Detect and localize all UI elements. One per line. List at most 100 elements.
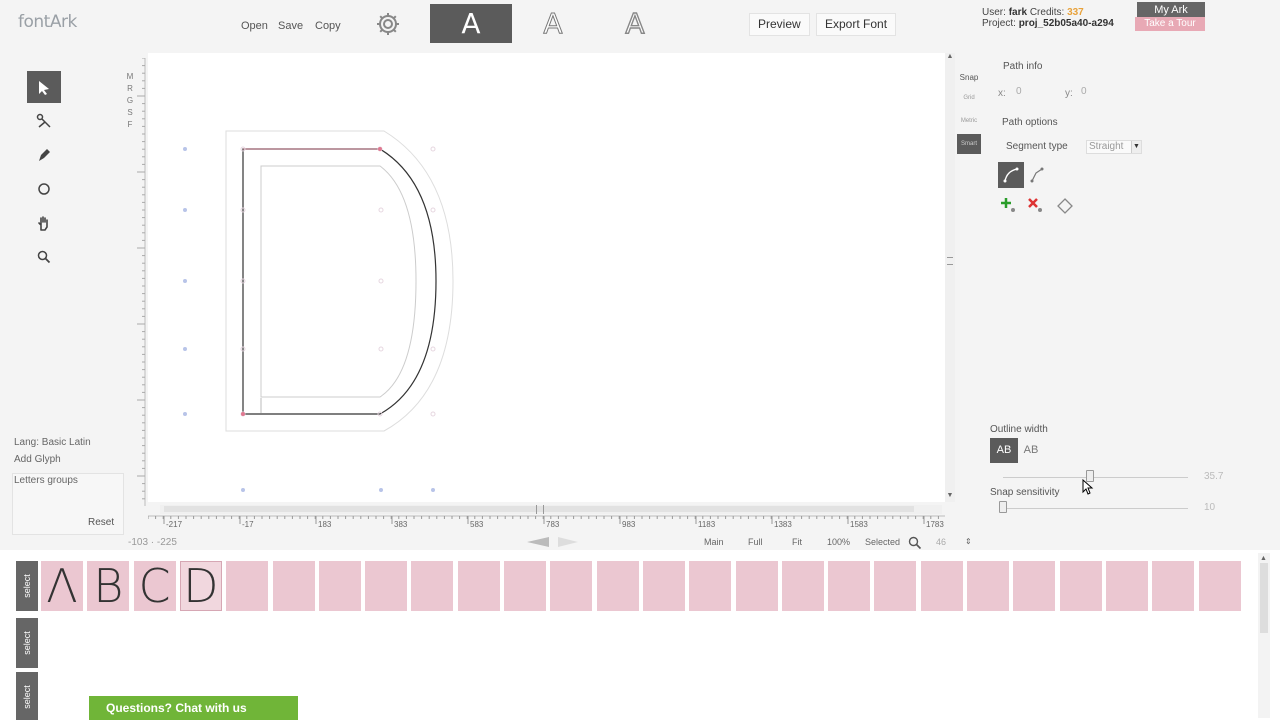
zoom-full-button[interactable]: Full [748,537,763,547]
empty-glyph-slot[interactable] [457,561,500,611]
straight-segment-button[interactable] [1024,162,1050,188]
hand-tool[interactable] [27,207,61,239]
preview-button[interactable]: Preview [749,13,810,36]
empty-glyph-slot[interactable] [689,561,732,611]
tab-outline-preview[interactable]: A [594,4,676,43]
zoom-value-input[interactable]: 46 [936,537,946,547]
canvas-horizontal-scrollbar[interactable] [160,505,942,514]
snap-sensitivity-title: Snap sensitivity [990,487,1060,498]
empty-glyph-slot[interactable] [318,561,361,611]
zoom-tool[interactable] [27,241,61,273]
tab-outline-view[interactable]: A [512,4,594,43]
copy-button[interactable]: Copy [315,20,341,32]
glyph-slot[interactable]: D [179,559,222,613]
language-label[interactable]: Lang: Basic Latin [14,437,91,448]
scroll-right-arrow-icon[interactable] [558,537,578,547]
convert-point-button[interactable] [1052,193,1078,219]
outline-mode-button-2[interactable]: AB [1017,438,1045,463]
snap-sensitivity-slider-handle[interactable] [999,501,1007,513]
empty-glyph-slot[interactable] [550,561,593,611]
reset-button[interactable]: Reset [88,517,114,528]
empty-glyph-slot[interactable] [828,561,871,611]
mouse-cursor-icon [1082,478,1094,500]
empty-glyph-slot[interactable] [226,561,269,611]
y-input[interactable]: 0 [1077,86,1117,100]
snap-metric-button[interactable]: Metric [957,111,981,131]
snap-sensitivity-slider[interactable] [1003,508,1188,509]
empty-glyph-slot[interactable] [365,561,408,611]
app-logo: fontArk [18,12,77,32]
chat-with-us-button[interactable]: Questions? Chat with us [89,696,298,720]
scissors-tool[interactable] [27,105,61,137]
my-ark-button[interactable]: My Ark [1137,2,1205,18]
x-input[interactable]: 0 [1012,86,1052,100]
credits-value: 337 [1067,7,1084,18]
export-font-button[interactable]: Export Font [816,13,897,36]
ruler-label: 783 [546,520,560,529]
segment-type-select[interactable]: Straight ▼ [1086,140,1142,154]
cursor-coordinates: -103 · -225 [128,537,177,548]
page-vertical-scrollbar[interactable]: ▲ [1258,553,1270,718]
take-tour-button[interactable]: Take a Tour [1135,17,1205,31]
delete-point-button[interactable] [1023,193,1049,219]
glyph-slot[interactable]: B [87,559,130,613]
zoom-fit-button[interactable]: Fit [792,537,802,547]
empty-glyph-slot[interactable] [1105,561,1148,611]
select-row-2-button[interactable]: select [16,618,38,668]
select-arrow-tool[interactable] [27,71,61,103]
zoom-stepper-icon[interactable]: ⇕ [965,537,972,546]
ruler-label: 1783 [926,520,944,529]
zoom-selected-button[interactable]: Selected [865,537,900,547]
empty-glyph-slot[interactable] [735,561,778,611]
glyph-slot-row: ΛBCD [41,559,1241,613]
pen-tool[interactable] [27,139,61,171]
zoom-main-button[interactable]: Main [704,537,724,547]
outline-mode-button-1[interactable]: AB [990,438,1018,463]
add-glyph-link[interactable]: Add Glyph [14,454,61,465]
path-options-title: Path options [1002,117,1058,128]
snap-smart-button[interactable]: Smart [957,134,981,154]
glyph-canvas[interactable] [148,53,945,502]
ruler-label: -217 [166,520,183,529]
select-row-3-button[interactable]: select [16,672,38,720]
arrow-icon [39,81,49,95]
snap-grid-button[interactable]: Grid [957,88,981,108]
tab-glyph-editor[interactable]: A [430,4,512,43]
empty-glyph-slot[interactable] [781,561,824,611]
save-button[interactable]: Save [278,20,303,32]
empty-glyph-slot[interactable] [596,561,639,611]
empty-glyph-slot[interactable] [504,561,546,611]
empty-glyph-slot[interactable] [272,561,315,611]
zoom-percent[interactable]: 100% [827,537,850,547]
glyph-outline-d[interactable] [148,53,945,502]
circle-tool[interactable] [27,173,61,205]
canvas-vertical-scrollbar[interactable]: ▲ ▼ [945,53,955,502]
add-point-button[interactable] [996,193,1022,219]
open-button[interactable]: Open [241,20,268,32]
path-info-title: Path info [1003,61,1043,72]
magnifier-icon [37,250,51,264]
glyph-slot[interactable]: C [133,559,176,613]
empty-glyph-slot[interactable] [1013,561,1056,611]
ruler-label: 1583 [850,520,868,529]
empty-glyph-slot[interactable] [920,561,963,611]
gear-icon[interactable] [374,10,402,38]
select-row-1-button[interactable]: select [16,561,38,611]
empty-glyph-slot[interactable] [967,561,1009,611]
empty-glyph-slot[interactable] [411,561,454,611]
curve-segment-button[interactable] [998,162,1024,188]
empty-glyph-slot[interactable] [1198,561,1241,611]
project-label: Project: [982,18,1016,29]
snap-sensitivity-value[interactable]: 10 [1204,502,1215,513]
y-label: y: [1065,88,1073,99]
scroll-left-arrow-icon[interactable] [527,537,549,547]
outline-width-slider[interactable] [1003,477,1188,478]
empty-glyph-slot[interactable] [1059,561,1102,611]
empty-glyph-slot[interactable] [874,561,917,611]
empty-glyph-slot[interactable] [1152,561,1195,611]
outline-width-value[interactable]: 35.7 [1204,471,1223,482]
empty-glyph-slot[interactable] [642,561,685,611]
ruler-label: 1183 [698,520,716,529]
glyph-slot[interactable]: Λ [41,559,83,613]
letters-groups-label: Letters groups [14,475,78,486]
